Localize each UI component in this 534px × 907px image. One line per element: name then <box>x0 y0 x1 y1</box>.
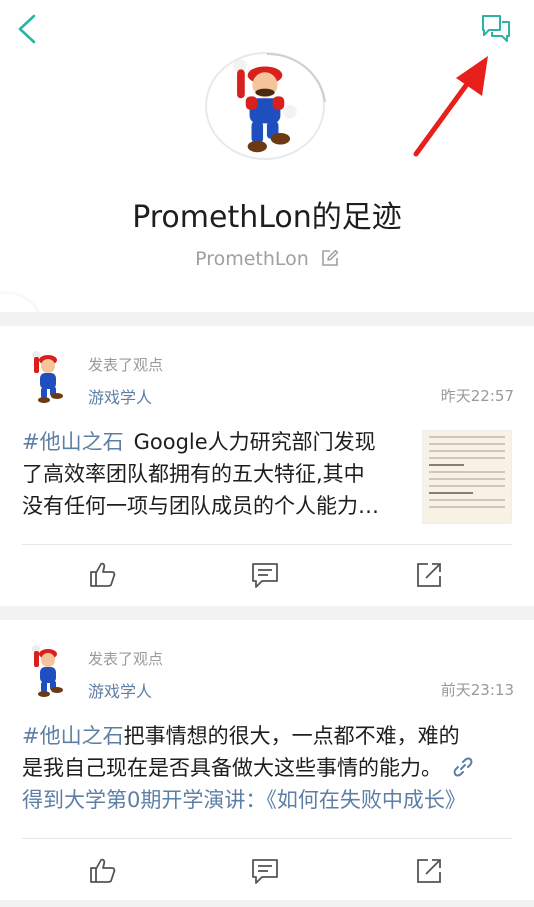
comment-icon[interactable] <box>250 560 280 590</box>
post-content[interactable]: #他山之石 Google人力研究部门发现 了高效率团队都拥有的五大特征,其中 没有… <box>22 426 422 522</box>
annotation-arrow <box>413 56 488 157</box>
post-hashtag[interactable]: #他山之石 <box>22 724 124 748</box>
back-arrow-icon[interactable] <box>14 12 44 46</box>
post-text-line: 是我自己现在是否具备做大这些事情的能力。 <box>22 756 442 780</box>
section-gap <box>0 606 534 620</box>
post-hashtag[interactable]: #他山之石 <box>22 430 124 454</box>
mario-avatar-icon[interactable] <box>26 644 70 698</box>
post-text-line: 没有任何一项与团队成员的个人能力… <box>22 494 379 518</box>
username-row[interactable]: PromethLon <box>0 248 534 270</box>
post-card[interactable]: 发表了观点 游戏学人 前天23:13 #他山之石把事情想的很大，一点都不难，难的… <box>0 620 534 907</box>
share-icon[interactable] <box>414 560 444 590</box>
post-card[interactable]: 发表了观点 游戏学人 昨天22:57 #他山之石 Google人力研究部门发现 了… <box>0 326 534 606</box>
mario-avatar-icon[interactable] <box>26 350 70 404</box>
edit-icon[interactable] <box>321 249 339 267</box>
card-divider <box>22 838 512 839</box>
post-content[interactable]: #他山之石把事情想的很大，一点都不难，难的 是我自己现在是否具备做大这些事情的能… <box>22 720 518 816</box>
post-author[interactable]: 游戏学人 <box>88 384 152 408</box>
post-action-label: 发表了观点 <box>88 650 164 668</box>
message-icon[interactable] <box>480 12 512 44</box>
page-title: PromethLon的足迹 <box>132 200 402 235</box>
post-text-line: Google人力研究部门发现 <box>133 430 376 454</box>
section-gap <box>0 312 534 326</box>
post-thumbnail[interactable] <box>422 430 512 524</box>
link-icon <box>453 757 473 777</box>
post-time: 前天23:13 <box>440 681 514 699</box>
share-icon[interactable] <box>414 856 444 886</box>
post-author[interactable]: 游戏学人 <box>88 678 152 702</box>
post-time: 昨天22:57 <box>440 387 514 405</box>
username-label: PromethLon <box>195 248 309 270</box>
post-action-label: 发表了观点 <box>88 356 164 374</box>
comment-icon[interactable] <box>250 856 280 886</box>
post-text-line: 了高效率团队都拥有的五大特征,其中 <box>22 462 365 486</box>
like-icon[interactable] <box>88 856 118 886</box>
card-divider <box>22 544 512 545</box>
profile-avatar[interactable] <box>205 52 329 164</box>
progress-ring <box>266 52 326 103</box>
post-text-line: 把事情想的很大，一点都不难，难的 <box>123 724 460 748</box>
profile-header: PromethLon的足迹 PromethLon <box>0 0 534 305</box>
post-link[interactable]: 得到大学第0期开学演讲：《如何在失败中成长》 <box>22 784 518 816</box>
like-icon[interactable] <box>88 560 118 590</box>
section-gap <box>0 900 534 907</box>
